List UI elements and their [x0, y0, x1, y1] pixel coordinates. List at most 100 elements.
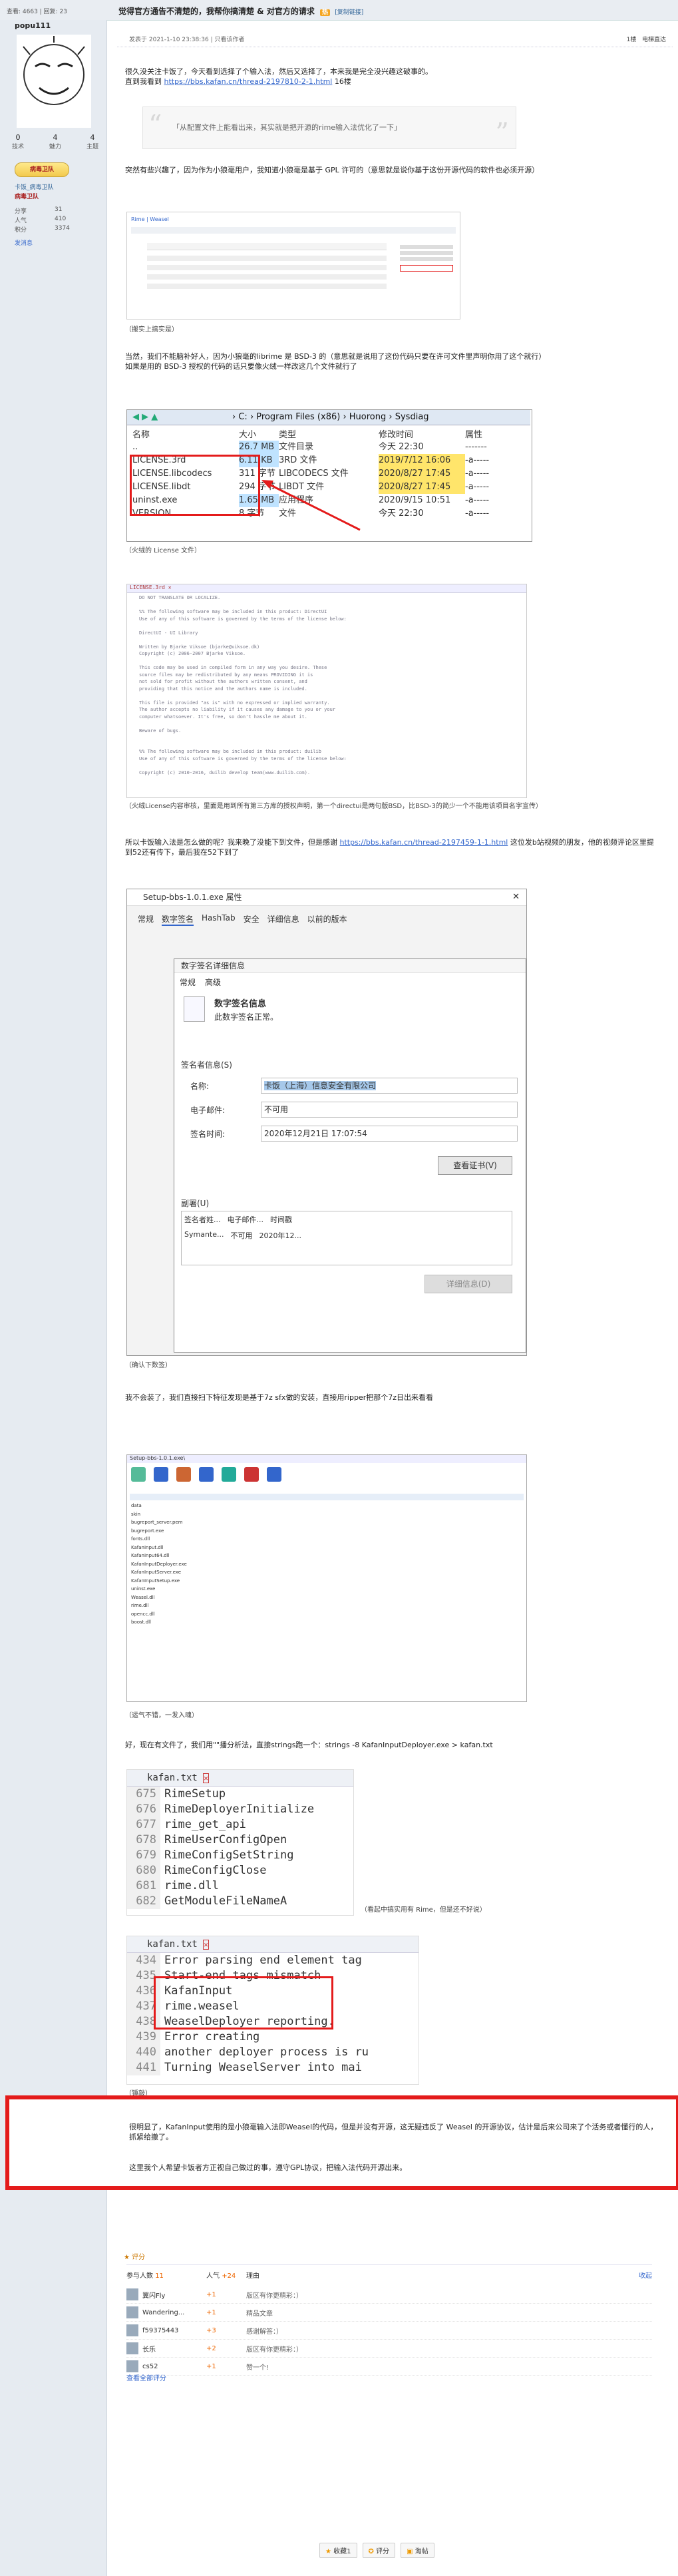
add-icon[interactable] [131, 1467, 146, 1482]
collect-button[interactable]: ▣ 淘帖 [401, 2543, 434, 2558]
tab[interactable]: HashTab [202, 913, 236, 926]
rater-name[interactable]: f59375443 [142, 2327, 206, 2334]
copy-link[interactable]: [复制链接] [335, 9, 363, 16]
archive-file-row[interactable]: bugreport_server.pem [131, 1518, 522, 1527]
rater-name[interactable]: Wandering... [142, 2309, 206, 2316]
archive-file-row[interactable]: KafanInput64.dll [131, 1552, 522, 1560]
code-line: 681 rime.dll [127, 1878, 353, 1894]
rating-row: 长乐 +2 版区有你更精彩：） [126, 2340, 652, 2358]
thread-stats: 查看: 4663 | 回复: 23 [7, 9, 67, 15]
para-unpack: 我不会装了，我们直接扫下特征发现是基于7z sfx做的安装，直接用ripper把… [125, 1393, 433, 1402]
code-line: 439 Error creating [127, 2030, 419, 2045]
copy-icon[interactable] [199, 1467, 214, 1482]
delete-icon[interactable] [244, 1467, 259, 1482]
license-line: Use of any of this software is governed … [139, 616, 347, 622]
send-message-link[interactable]: 发消息 [15, 238, 33, 247]
details-button[interactable]: 详细信息(D) [424, 1275, 512, 1293]
archive-title: Setup-bbs-1.0.1.exe\ [127, 1455, 526, 1463]
license-tab: LICENSE.3rd ✕ [127, 584, 526, 593]
dialog-title: Setup-bbs-1.0.1.exe 属性 [127, 889, 526, 906]
rater-name[interactable]: 长乐 [142, 2344, 206, 2354]
red-arrow-icon [261, 480, 361, 531]
license-line: DO NOT TRANSLATE OR LOCALIZE. [139, 595, 221, 600]
archive-file-row[interactable]: KafanInputSetup.exe [131, 1577, 522, 1586]
strings-screenshot-2: kafan.txt ✕ 434 Error parsing end element… [126, 1936, 419, 2085]
weasel-screenshot: Rime | Weasel [126, 212, 460, 320]
email-field[interactable]: 不可用 [261, 1102, 518, 1118]
tab[interactable]: 以前的版本 [307, 913, 347, 926]
author-team[interactable]: 卡饭_病毒卫队 [15, 182, 54, 191]
archive-file-row[interactable]: opencc.dll [131, 1610, 522, 1619]
countersign-table: 签名者姓... 电子邮件... 时间戳 Symante... 不可用 2020年12..… [181, 1211, 512, 1265]
author-stat: 0 技术 [12, 133, 25, 150]
archive-file-row[interactable]: rime.dll [131, 1602, 522, 1610]
archive-file-row[interactable]: data [131, 1502, 522, 1510]
archive-file-row[interactable]: KafanInputServer.exe [131, 1568, 522, 1577]
rate-button[interactable]: ✪ 评分 [362, 2543, 396, 2558]
favorite-button[interactable]: ★ 收藏1 [319, 2543, 357, 2558]
archive-file-row[interactable]: Weasel.dll [131, 1594, 522, 1602]
author-stat: 4 主题 [86, 133, 98, 150]
test-icon[interactable] [176, 1467, 191, 1482]
avatar[interactable] [126, 2342, 138, 2354]
close-tab-icon[interactable]: ✕ [203, 1773, 209, 1783]
conclusion-box: 很明显了，KafanInput使用的是小狼毫输入法即Weasel的代码，但是并没… [5, 2095, 678, 2190]
avatar[interactable] [126, 2360, 138, 2372]
tab[interactable]: 常规 [138, 913, 154, 926]
collapse-link[interactable]: 收起 [639, 2270, 652, 2280]
avatar[interactable] [17, 35, 91, 128]
tab[interactable]: 高级 [205, 976, 221, 988]
archive-file-row[interactable]: boost.dll [131, 1618, 522, 1627]
avatar[interactable] [126, 2324, 138, 2336]
post-actions: ★ 收藏1 ✪ 评分 ▣ 淘帖 [319, 2543, 434, 2558]
close-tab-icon[interactable]: ✕ [203, 1940, 209, 1950]
license-line: not sold for profit without the authors … [139, 679, 307, 684]
caption: （搬实上搞实是） [125, 326, 178, 333]
close-icon[interactable]: ✕ [512, 892, 520, 902]
tab[interactable]: 详细信息 [267, 913, 299, 926]
jump-floor[interactable]: 电梯直达 [642, 37, 666, 43]
medal-badge: 病毒卫队 [15, 162, 69, 177]
inner-dialog: 数字签名详细信息 常规 高级 数字签名信息 此数字签名正常。 签名者信息(S) … [174, 959, 526, 1353]
explorer-pathbar: ◀ ▶ ▲ › C: › Program Files (x86) › Huoro… [127, 410, 530, 425]
archive-file-row[interactable]: KafanInput.dll [131, 1544, 522, 1552]
post-time[interactable]: 发表于 2021-1-10 23:38:36 | 只看该作者 [129, 35, 244, 43]
bilibili-thread-link[interactable]: https://bbs.kafan.cn/thread-2197459-1-1.… [340, 838, 508, 847]
view-all-ratings[interactable]: 查看全部评分 [126, 2372, 166, 2382]
avatar[interactable] [126, 2288, 138, 2300]
move-icon[interactable] [222, 1467, 236, 1482]
archive-file-row[interactable]: KafanInputDeployer.exe [131, 1560, 522, 1569]
code-line: 679 RimeConfigSetString [127, 1848, 353, 1863]
highlight-box [154, 1976, 333, 2030]
tab[interactable]: 常规 [180, 976, 196, 988]
archive-file-row[interactable]: uninst.exe [131, 1585, 522, 1594]
code-line: 440 another deployer process is ru [127, 2045, 419, 2060]
thread-link[interactable]: https://bbs.kafan.cn/thread-2197810-2-1.… [164, 77, 333, 86]
rating-icon: ★ [124, 2254, 132, 2261]
name-label: 名称: [190, 1082, 210, 1091]
caption: （火绒License内容审核，里面是用到所有第三方库的授权声明，第一个direc… [125, 803, 542, 810]
rater-name[interactable]: 翼闪Fly [142, 2290, 206, 2300]
avatar[interactable] [126, 2306, 138, 2318]
tab[interactable]: 数字签名 [162, 913, 194, 926]
license-line [139, 692, 524, 700]
license-line: providing that this notice and the autho… [139, 686, 307, 692]
rater-name[interactable]: cs52 [142, 2363, 206, 2370]
author-name[interactable]: popu111 [15, 21, 51, 30]
license-line: Use of any of this software is governed … [139, 755, 347, 761]
license-line: source files may be redistributed by any… [139, 672, 313, 678]
archive-file-row[interactable]: skin [131, 1510, 522, 1519]
license-line: DirectUI - UI Library [139, 630, 198, 636]
inner-dialog-title: 数字签名详细信息 [174, 959, 526, 973]
hot-badge: 热 [320, 9, 331, 16]
extract-icon[interactable] [154, 1467, 168, 1482]
archive-file-row[interactable]: bugreport.exe [131, 1527, 522, 1536]
name-field[interactable]: 卡饭（上海）信息安全有限公司 [261, 1078, 518, 1094]
back-icon[interactable]: ◀ ▶ ▲ [132, 412, 158, 422]
view-cert-button[interactable]: 查看证书(V) [438, 1156, 512, 1175]
tab[interactable]: 安全 [244, 913, 259, 926]
info-icon[interactable] [267, 1467, 281, 1482]
archive-file-row[interactable]: fonts.dll [131, 1535, 522, 1544]
request-text: 这里我个人希望卡饭者方正视自己做过的事，遵守GPL协议，把输入法代码开源出来。 [129, 2163, 407, 2172]
time-field[interactable]: 2020年12月21日 17:07:54 [261, 1126, 518, 1142]
